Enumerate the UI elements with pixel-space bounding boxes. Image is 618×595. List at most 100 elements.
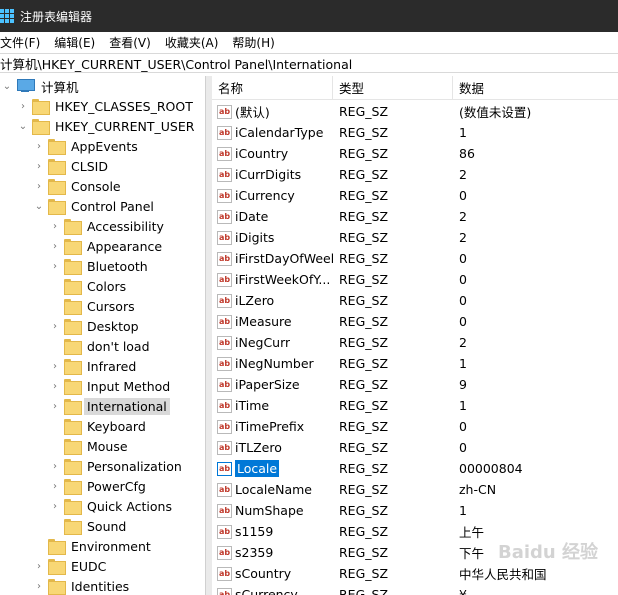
tree-node-label: Desktop <box>87 318 139 334</box>
column-header-name[interactable]: 名称 <box>212 76 333 100</box>
value-row[interactable]: ab sCountry REG_SZ 中华人民共和国 <box>212 563 618 584</box>
tree-node[interactable]: ⌄ HKEY_CURRENT_USER <box>18 116 197 136</box>
chevron-right-icon[interactable]: › <box>34 141 44 152</box>
tree-node[interactable]: › EUDC <box>34 556 109 576</box>
string-value-icon: ab <box>217 377 232 392</box>
tree-node[interactable]: › AppEvents <box>34 136 141 156</box>
tree-node[interactable]: Cursors <box>50 296 138 316</box>
value-row[interactable]: ab LocaleName REG_SZ zh-CN <box>212 479 618 500</box>
value-row[interactable]: ab iTimePrefix REG_SZ 0 <box>212 416 618 437</box>
menu-file[interactable]: 文件(F) <box>0 34 46 51</box>
menu-view[interactable]: 查看(V) <box>109 34 157 51</box>
value-row[interactable]: ab iFirstWeekOfY... REG_SZ 0 <box>212 269 618 290</box>
value-row[interactable]: ab iCountry REG_SZ 86 <box>212 143 618 164</box>
chevron-right-icon[interactable]: › <box>50 481 60 492</box>
chevron-right-icon[interactable]: › <box>50 501 60 512</box>
tree-node[interactable]: › Identities <box>34 576 132 595</box>
value-row[interactable]: ab iFirstDayOfWeek REG_SZ 0 <box>212 248 618 269</box>
value-name: s2359 <box>235 545 274 560</box>
address-bar[interactable]: 计算机\HKEY_CURRENT_USER\Control Panel\Inte… <box>0 53 618 73</box>
tree-node-label: PowerCfg <box>87 478 146 494</box>
chevron-down-icon[interactable]: ⌄ <box>2 81 12 92</box>
tree-node[interactable]: Environment <box>34 536 154 556</box>
value-row[interactable]: ab iTime REG_SZ 1 <box>212 395 618 416</box>
tree-node[interactable]: ⌄ Control Panel <box>34 196 157 216</box>
chevron-right-icon[interactable]: › <box>50 361 60 372</box>
value-row[interactable]: ab Locale REG_SZ 00000804 <box>212 458 618 479</box>
tree-node[interactable]: › Infrared <box>50 356 139 376</box>
value-data: (数值未设置) <box>459 105 532 120</box>
value-row[interactable]: ab iCurrDigits REG_SZ 2 <box>212 164 618 185</box>
folder-icon <box>64 359 82 375</box>
column-header-data[interactable]: 数据 <box>453 76 618 100</box>
value-data: 2 <box>459 209 467 224</box>
menu-favorites[interactable]: 收藏夹(A) <box>165 34 225 51</box>
value-type: REG_SZ <box>339 104 389 119</box>
value-row[interactable]: ab iCalendarType REG_SZ 1 <box>212 122 618 143</box>
chevron-right-icon[interactable]: › <box>50 461 60 472</box>
value-row[interactable]: ab iDate REG_SZ 2 <box>212 206 618 227</box>
chevron-right-icon[interactable]: › <box>50 401 60 412</box>
tree-node[interactable]: › International <box>50 396 170 416</box>
value-row[interactable]: ab iDigits REG_SZ 2 <box>212 227 618 248</box>
value-name-cell: ab iDigits <box>212 230 333 245</box>
string-value-icon: ab <box>217 587 232 595</box>
value-row[interactable]: ab sCurrency REG_SZ ¥ <box>212 584 618 595</box>
tree-node[interactable]: › CLSID <box>34 156 111 176</box>
tree-node[interactable]: ⌄ 计算机 <box>2 76 82 96</box>
chevron-right-icon[interactable]: › <box>50 381 60 392</box>
chevron-right-icon[interactable]: › <box>50 321 60 332</box>
tree-node[interactable]: › HKEY_CLASSES_ROOT <box>18 96 196 116</box>
chevron-right-icon[interactable]: › <box>34 561 44 572</box>
chevron-right-icon[interactable]: › <box>50 221 60 232</box>
menu-edit[interactable]: 编辑(E) <box>54 34 101 51</box>
value-row[interactable]: ab iTLZero REG_SZ 0 <box>212 437 618 458</box>
value-name: iDate <box>235 209 269 224</box>
key-tree: ⌄ 计算机 › HKEY_CLASSES_ROOT ⌄ HKEY_CURRENT_USER… <box>0 76 205 595</box>
value-row[interactable]: ab iCurrency REG_SZ 0 <box>212 185 618 206</box>
value-type: REG_SZ <box>339 398 389 413</box>
tree-node[interactable]: › Input Method <box>50 376 173 396</box>
chevron-right-icon[interactable]: › <box>34 581 44 592</box>
folder-icon <box>64 399 82 415</box>
value-row[interactable]: ab iNegNumber REG_SZ 1 <box>212 353 618 374</box>
chevron-down-icon[interactable]: ⌄ <box>34 201 44 212</box>
value-row[interactable]: ab iMeasure REG_SZ 0 <box>212 311 618 332</box>
tree-node[interactable]: Mouse <box>50 436 131 456</box>
tree-node[interactable]: › Personalization <box>50 456 185 476</box>
tree-node[interactable]: › Quick Actions <box>50 496 175 516</box>
tree-node[interactable]: › Bluetooth <box>50 256 151 276</box>
value-type: REG_SZ <box>339 146 389 161</box>
value-data: 2 <box>459 335 467 350</box>
chevron-right-icon[interactable]: › <box>50 241 60 252</box>
chevron-right-icon[interactable]: › <box>34 181 44 192</box>
chevron-right-icon[interactable]: › <box>50 261 60 272</box>
value-row[interactable]: ab NumShape REG_SZ 1 <box>212 500 618 521</box>
folder-icon <box>64 259 82 275</box>
tree-node[interactable]: Sound <box>50 516 129 536</box>
chevron-right-icon[interactable]: › <box>18 101 28 112</box>
tree-node[interactable]: don't load <box>50 336 153 356</box>
tree-node[interactable]: › Desktop <box>50 316 142 336</box>
tree-node[interactable]: › Accessibility <box>50 216 167 236</box>
folder-icon <box>64 479 82 495</box>
value-row[interactable]: ab iPaperSize REG_SZ 9 <box>212 374 618 395</box>
tree-node[interactable]: Colors <box>50 276 129 296</box>
tree-node-label: Environment <box>71 538 151 554</box>
column-header-type[interactable]: 类型 <box>333 76 453 100</box>
string-value-icon: ab <box>217 398 232 413</box>
chevron-down-icon[interactable]: ⌄ <box>18 121 28 132</box>
value-row[interactable]: ab (默认) REG_SZ (数值未设置) <box>212 101 618 122</box>
value-data: 0 <box>459 440 467 455</box>
tree-node[interactable]: › PowerCfg <box>50 476 149 496</box>
tree-node[interactable]: › Console <box>34 176 124 196</box>
value-row[interactable]: ab iNegCurr REG_SZ 2 <box>212 332 618 353</box>
chevron-right-icon[interactable]: › <box>34 161 44 172</box>
tree-node[interactable]: Keyboard <box>50 416 149 436</box>
value-type: REG_SZ <box>339 188 389 203</box>
tree-node[interactable]: › Appearance <box>50 236 165 256</box>
pane-splitter[interactable] <box>205 76 212 595</box>
folder-icon <box>48 199 66 215</box>
menu-help[interactable]: 帮助(H) <box>232 34 280 51</box>
value-row[interactable]: ab iLZero REG_SZ 0 <box>212 290 618 311</box>
